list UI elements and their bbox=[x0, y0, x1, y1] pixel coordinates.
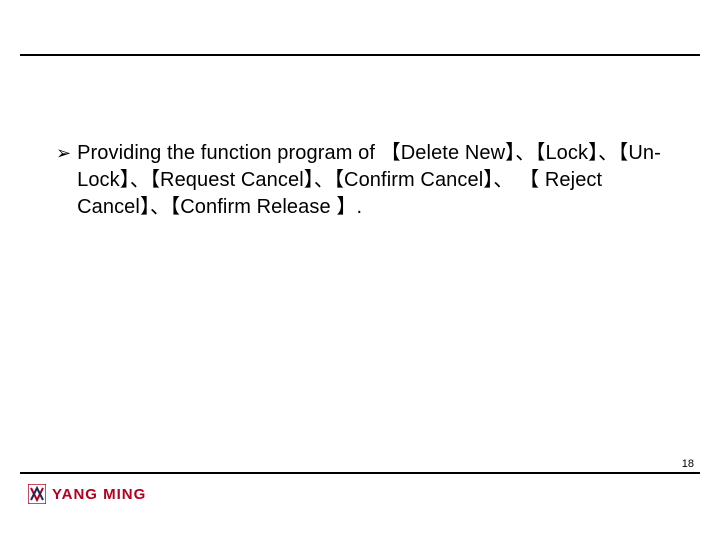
slide-footer: YANG MING 18 bbox=[20, 472, 700, 518]
slide: ➢ Providing the function program of 【Del… bbox=[0, 0, 720, 540]
bullet-arrow-icon: ➢ bbox=[56, 140, 71, 166]
bullet-text: Providing the function program of 【Delet… bbox=[77, 140, 670, 221]
brand-logo: YANG MING bbox=[28, 484, 146, 504]
footer-rule bbox=[20, 472, 700, 474]
brand-logo-icon bbox=[28, 484, 46, 504]
bullet-item: ➢ Providing the function program of 【Del… bbox=[56, 140, 670, 221]
brand-name: YANG MING bbox=[52, 486, 146, 503]
header-rule bbox=[20, 54, 700, 56]
slide-body: ➢ Providing the function program of 【Del… bbox=[56, 140, 670, 221]
page-number: 18 bbox=[682, 458, 694, 470]
